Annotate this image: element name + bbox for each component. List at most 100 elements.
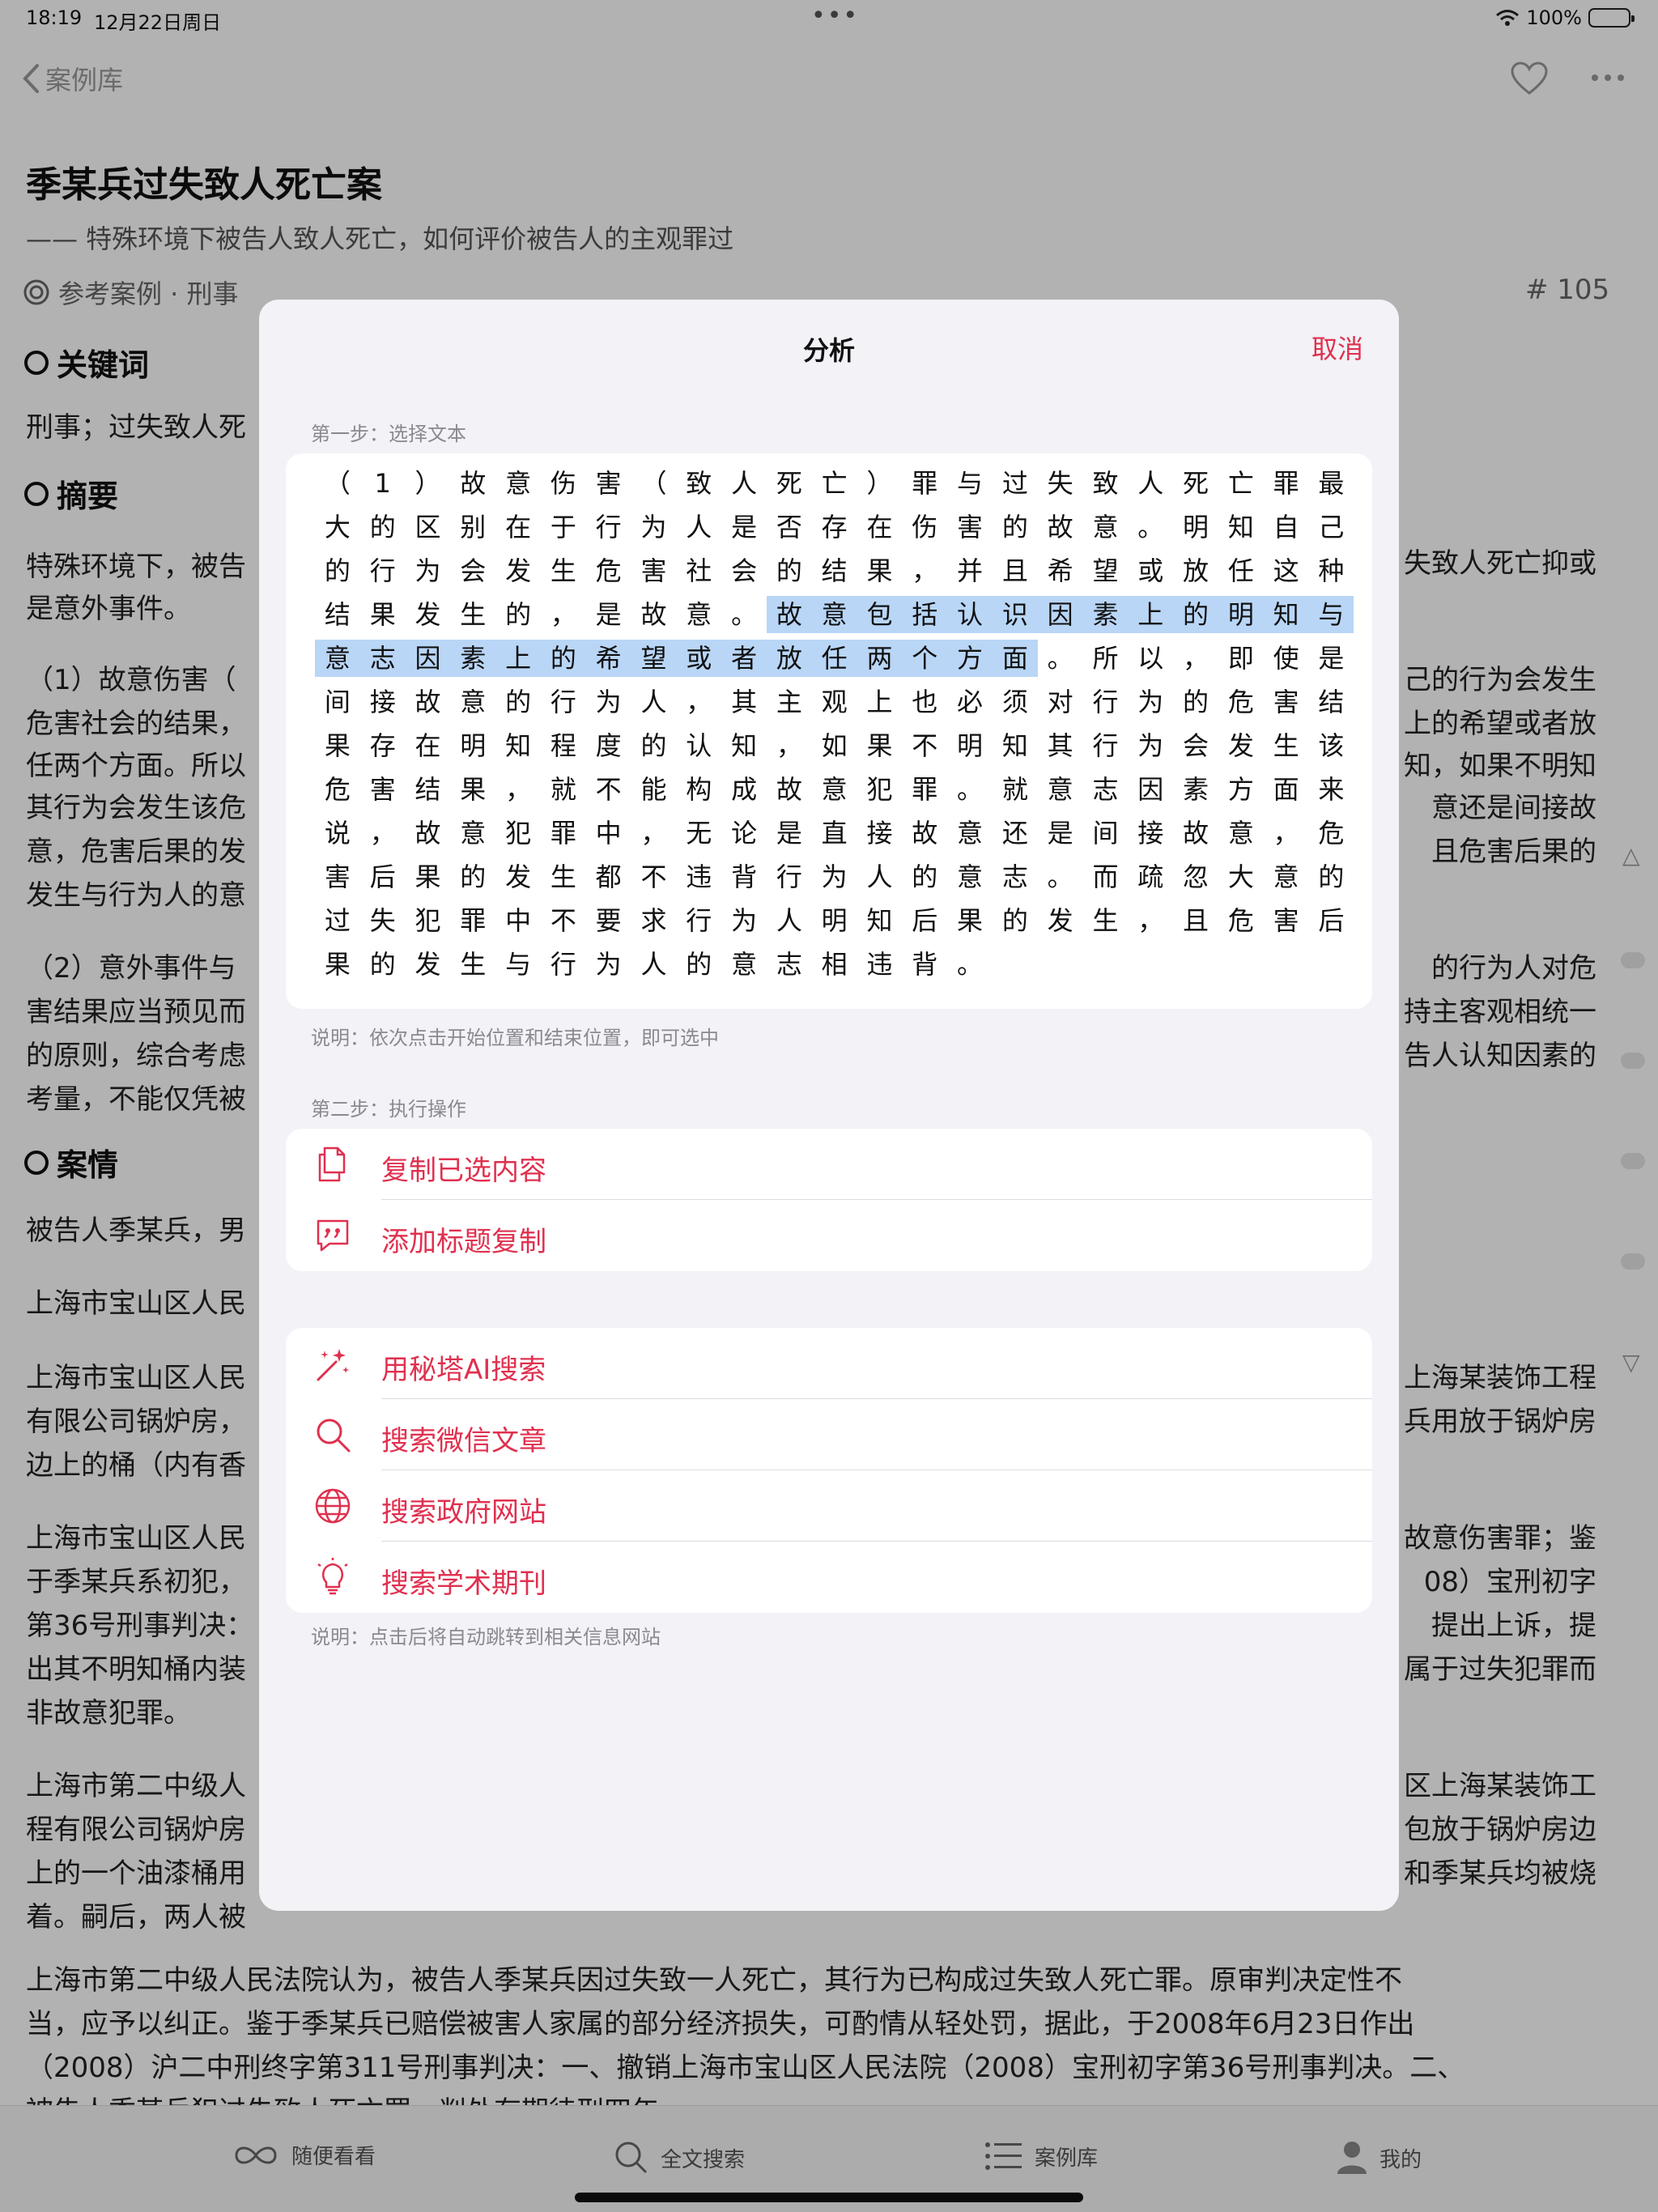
text-char[interactable]: 识 (992, 596, 1038, 633)
text-char[interactable]: 主 (767, 683, 812, 721)
text-char[interactable]: 过 (993, 465, 1038, 502)
text-char[interactable]: 明 (450, 727, 495, 764)
copy-with-title-button[interactable]: 添加标题复制 (286, 1200, 1372, 1271)
text-line[interactable]: （1）故意伤害（致人死亡）罪与过失致人死亡罪最 (315, 465, 1354, 505)
text-char[interactable]: 志 (767, 946, 812, 983)
text-char[interactable]: 与 (495, 946, 541, 983)
text-char[interactable]: 面 (1264, 771, 1309, 808)
text-char[interactable]: 构 (676, 771, 721, 808)
text-char[interactable]: 或 (1128, 552, 1173, 589)
text-char[interactable]: 志 (993, 858, 1038, 895)
text-char[interactable]: 的 (767, 552, 812, 589)
text-char[interactable]: 知 (1218, 508, 1264, 546)
text-line[interactable]: 果的发生与行为人的意志相违背。 (315, 946, 993, 986)
text-char[interactable]: 因 (1037, 596, 1083, 633)
text-char[interactable]: 后 (902, 902, 947, 939)
text-char[interactable]: 发 (1038, 902, 1083, 939)
text-char[interactable]: 生 (450, 596, 495, 633)
text-char[interactable]: 须 (993, 683, 1038, 721)
text-char[interactable]: ， (676, 683, 721, 721)
text-char[interactable]: 都 (586, 858, 631, 895)
text-char[interactable]: 任 (1218, 552, 1264, 589)
text-char[interactable]: 社 (676, 552, 721, 589)
text-char[interactable]: 果 (360, 596, 406, 633)
text-char[interactable]: 发 (406, 946, 451, 983)
text-char[interactable]: 的 (495, 683, 541, 721)
text-char[interactable]: 因 (1128, 771, 1173, 808)
text-char[interactable]: 过 (315, 902, 360, 939)
text-char[interactable]: 在 (406, 727, 451, 764)
text-char[interactable]: ， (541, 596, 586, 633)
text-char[interactable]: 会 (721, 552, 767, 589)
text-char[interactable]: 知 (857, 902, 903, 939)
text-char[interactable]: ） (857, 465, 903, 502)
text-char[interactable]: 人 (631, 683, 677, 721)
text-char[interactable]: 人 (721, 465, 767, 502)
text-char[interactable]: 背 (902, 946, 947, 983)
text-char[interactable]: 望 (1083, 552, 1129, 589)
text-char[interactable]: 发 (495, 552, 541, 589)
text-char[interactable]: 死 (767, 465, 812, 502)
text-char[interactable]: 放 (1173, 552, 1218, 589)
text-char[interactable]: 意 (676, 596, 721, 633)
text-line[interactable]: 果存在明知程度的认知，如果不明知其行为会发生该 (315, 727, 1354, 768)
text-char[interactable]: 面 (992, 640, 1038, 677)
text-char[interactable]: 亡 (812, 465, 857, 502)
text-char[interactable]: 不 (631, 858, 677, 895)
text-char[interactable]: 疏 (1128, 858, 1173, 895)
text-char[interactable]: ， (902, 552, 947, 589)
search-gov-button[interactable]: 搜索政府网站 (286, 1470, 1372, 1542)
text-char[interactable]: 无 (676, 815, 721, 852)
text-char[interactable]: 的 (993, 902, 1038, 939)
text-char[interactable]: 果 (947, 902, 993, 939)
text-char[interactable]: 大 (1218, 858, 1264, 895)
text-char[interactable]: 是 (586, 596, 631, 633)
text-char[interactable]: 程 (541, 727, 586, 764)
text-line[interactable]: 害后果的发生都不违背行为人的意志。而疏忽大意的 (315, 858, 1354, 899)
text-char[interactable]: 背 (721, 858, 767, 895)
text-char[interactable]: 两 (857, 640, 903, 677)
text-char[interactable]: 认 (676, 727, 721, 764)
text-char[interactable]: 直 (812, 815, 857, 852)
text-char[interactable]: 行 (1083, 727, 1129, 764)
text-char[interactable]: 为 (631, 508, 677, 546)
text-char[interactable]: 生 (450, 946, 495, 983)
text-char[interactable]: 行 (586, 508, 631, 546)
text-char[interactable]: 为 (586, 946, 631, 983)
text-char[interactable]: 知 (993, 727, 1038, 764)
text-char[interactable]: 明 (947, 727, 993, 764)
text-char[interactable]: 方 (1218, 771, 1264, 808)
text-char[interactable]: 个 (902, 640, 948, 677)
text-char[interactable]: 害 (586, 465, 631, 502)
text-char[interactable]: 人 (857, 858, 903, 895)
text-char[interactable]: 为 (812, 858, 857, 895)
text-char[interactable]: 违 (857, 946, 903, 983)
text-char[interactable]: 意 (947, 858, 993, 895)
text-char[interactable]: 害 (1264, 683, 1309, 721)
text-char[interactable]: 结 (812, 552, 857, 589)
text-char[interactable]: 的 (450, 858, 495, 895)
text-char[interactable]: 如 (812, 727, 857, 764)
text-char[interactable]: 其 (1038, 727, 1083, 764)
text-char[interactable]: 方 (947, 640, 993, 677)
text-char[interactable]: （ (631, 465, 677, 502)
text-char[interactable]: ， (631, 815, 677, 852)
text-char[interactable]: 故 (450, 465, 495, 502)
text-char[interactable]: 度 (586, 727, 631, 764)
text-char[interactable]: 发 (495, 858, 541, 895)
text-char[interactable]: 行 (541, 683, 586, 721)
search-metaso-ai-button[interactable]: 用秘塔AI搜索 (286, 1328, 1372, 1399)
text-char[interactable]: 与 (947, 465, 993, 502)
text-char[interactable]: 的 (1173, 596, 1218, 633)
search-journal-button[interactable]: 搜索学术期刊 (286, 1542, 1372, 1613)
text-char[interactable]: 存 (360, 727, 406, 764)
text-char[interactable]: 知 (495, 727, 541, 764)
text-char[interactable]: 是 (1309, 640, 1354, 677)
text-char[interactable]: 素 (1173, 771, 1218, 808)
text-char[interactable]: 不 (541, 902, 586, 939)
text-char[interactable]: 果 (315, 946, 360, 983)
text-char[interactable]: 成 (721, 771, 767, 808)
text-char[interactable]: 意 (812, 771, 857, 808)
text-char[interactable]: 志 (359, 640, 406, 677)
text-char[interactable]: 或 (676, 640, 722, 677)
